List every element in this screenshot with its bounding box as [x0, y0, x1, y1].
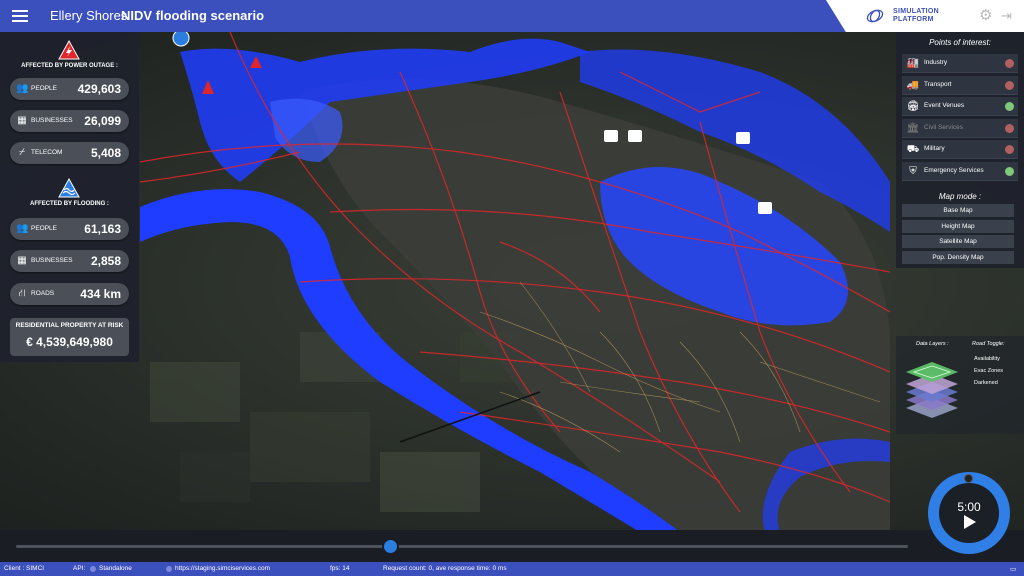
api-label: API: — [73, 565, 86, 572]
status-bar: Client : SIMCI API: Standalone https://s… — [0, 562, 1024, 576]
map-mode-base[interactable]: Base Map — [902, 204, 1014, 217]
timeline-track[interactable] — [16, 545, 908, 548]
emergency-112-icon: ⛨ — [909, 166, 917, 177]
brand-line-1: SIMULATION — [893, 8, 940, 15]
civil-building-icon: 🏛 — [906, 123, 920, 134]
poi-label: Industry — [924, 59, 948, 66]
dial-knob[interactable] — [964, 474, 973, 483]
stat-flood-businesses: ▦ BUSINESSES 2,858 — [10, 250, 129, 272]
poi-toggle[interactable] — [1005, 167, 1014, 176]
power-outage-title: AFFECTED BY POWER OUTAGE : — [21, 63, 118, 69]
business-icon: ▦ — [17, 115, 27, 126]
map-mode-pop-density[interactable]: Pop. Density Map — [902, 251, 1014, 264]
poi-toggle[interactable] — [1005, 81, 1014, 90]
poi-item-emergency-services[interactable]: ⛨ Emergency Services — [902, 162, 1018, 181]
people-icon: 👥 — [16, 223, 29, 234]
poi-label: Emergency Services — [924, 167, 984, 174]
road-icon: ⛙ — [18, 288, 26, 299]
poi-title: Points of interest: — [929, 38, 991, 47]
road-toggle-label: Road Toggle: — [972, 341, 1005, 347]
play-icon[interactable] — [960, 513, 978, 531]
playback-time: 5:00 — [957, 500, 981, 514]
stat-value: 434 km — [80, 287, 121, 301]
truck-icon: 🚚 — [906, 80, 920, 91]
property-risk-box: RESIDENTIAL PROPERTY AT RISK € 4,539,649… — [10, 318, 129, 356]
app-root: Ellery Shores NIDV flooding scenario SIM… — [0, 0, 1024, 576]
poi-item-event-venues[interactable]: 🏟 Event Venues — [902, 97, 1018, 116]
poi-toggle[interactable] — [1005, 102, 1014, 111]
stat-power-telecom: ⌿ TELECOM 5,408 — [10, 142, 129, 164]
request-stats: Request count: 0, ave response time: 0 m… — [383, 565, 507, 572]
stat-value: 26,099 — [84, 114, 121, 128]
people-icon: 👥 — [16, 83, 29, 94]
monitor-icon[interactable]: ▭ — [1010, 565, 1016, 573]
risk-title: RESIDENTIAL PROPERTY AT RISK — [15, 322, 124, 329]
venue-icon: 🏟 — [906, 101, 920, 112]
stat-label: ROADS — [31, 290, 55, 297]
stat-label: BUSINESSES — [31, 117, 73, 124]
client-info: Client : SIMCI — [4, 565, 45, 572]
stat-flood-people: 👥 PEOPLE 61,163 — [10, 218, 129, 240]
poi-toggle[interactable] — [1005, 145, 1014, 154]
api-status-icon — [90, 566, 96, 572]
flood-warning-icon — [58, 178, 80, 198]
stat-value: 2,858 — [90, 254, 121, 268]
flood-map — [139, 32, 891, 532]
stat-label: PEOPLE — [31, 225, 58, 232]
factory-icon: 🏭 — [906, 58, 920, 69]
top-bar: Ellery Shores NIDV flooding scenario SIM… — [0, 0, 1024, 32]
location-name: Ellery Shores — [50, 8, 128, 23]
stat-flood-roads: ⛙ ROADS 434 km — [10, 283, 129, 305]
map-mode-title: Map mode : — [938, 192, 982, 201]
poi-label: Military — [924, 145, 945, 152]
layer-stack-icon[interactable] — [902, 352, 962, 430]
map-viewport[interactable] — [0, 32, 1024, 532]
poi-toggle[interactable] — [1005, 124, 1014, 133]
impact-panel: AFFECTED BY POWER OUTAGE : 👥 PEOPLE 429,… — [0, 32, 139, 362]
api-mode: Standalone — [99, 565, 132, 572]
road-option-evac-zones[interactable]: Evac Zones — [974, 368, 1003, 374]
control-panel: Points of interest: 🏭 Industry 🚚 Transpo… — [896, 32, 1024, 268]
poi-toggle[interactable] — [1005, 59, 1014, 68]
scenario-title: NIDV flooding scenario — [121, 8, 265, 23]
road-option-darkened[interactable]: Darkened — [974, 380, 998, 386]
poi-label: Event Venues — [924, 102, 965, 109]
business-icon: ▦ — [17, 255, 27, 266]
poi-item-industry[interactable]: 🏭 Industry — [902, 54, 1018, 73]
stat-value: 5,408 — [90, 146, 121, 160]
simulation-logo-icon — [866, 9, 884, 23]
server-status-icon — [166, 566, 172, 572]
gear-icon[interactable]: ⚙ — [979, 8, 995, 24]
poi-item-transport[interactable]: 🚚 Transport — [902, 76, 1018, 95]
poi-item-military[interactable]: ⛟ Military — [902, 140, 1018, 159]
stat-value: 429,603 — [77, 82, 121, 96]
map-mode-height[interactable]: Height Map — [902, 220, 1014, 233]
map-mode-satellite[interactable]: Satellite Map — [902, 235, 1014, 248]
road-option-availability[interactable]: Availability — [974, 356, 1000, 362]
fps-counter: fps: 14 — [330, 565, 350, 572]
stat-power-businesses: ▦ BUSINESSES 26,099 — [10, 110, 129, 132]
layers-widget: Data Layers : Road Toggle: Availability … — [896, 336, 1024, 434]
stat-value: 61,163 — [84, 222, 121, 236]
data-layers-label: Data Layers : — [916, 341, 949, 347]
stat-power-people: 👥 PEOPLE 429,603 — [10, 78, 129, 100]
stat-label: TELECOM — [31, 149, 63, 156]
server-url: https://staging.simciservices.com — [175, 565, 271, 572]
risk-value: € 4,539,649,980 — [26, 335, 113, 349]
brand-line-2: PLATFORM — [893, 16, 934, 23]
poi-item-civil-services[interactable]: 🏛 Civil Services — [902, 119, 1018, 138]
stat-label: PEOPLE — [31, 85, 58, 92]
power-warning-icon — [58, 40, 80, 60]
stat-label: BUSINESSES — [31, 257, 73, 264]
timeline-bar — [0, 530, 1024, 562]
flooding-title: AFFECTED BY FLOODING : — [30, 201, 109, 207]
logout-icon[interactable]: ⇥ — [1001, 8, 1015, 24]
menu-icon[interactable] — [12, 10, 28, 22]
brand-text: SIMULATION PLATFORM — [893, 8, 939, 24]
poi-label: Transport — [924, 81, 952, 88]
timeline-thumb[interactable] — [382, 538, 400, 555]
poi-label: Civil Services — [924, 124, 964, 131]
tank-icon: ⛟ — [906, 144, 920, 155]
telecom-icon: ⌿ — [19, 147, 25, 158]
